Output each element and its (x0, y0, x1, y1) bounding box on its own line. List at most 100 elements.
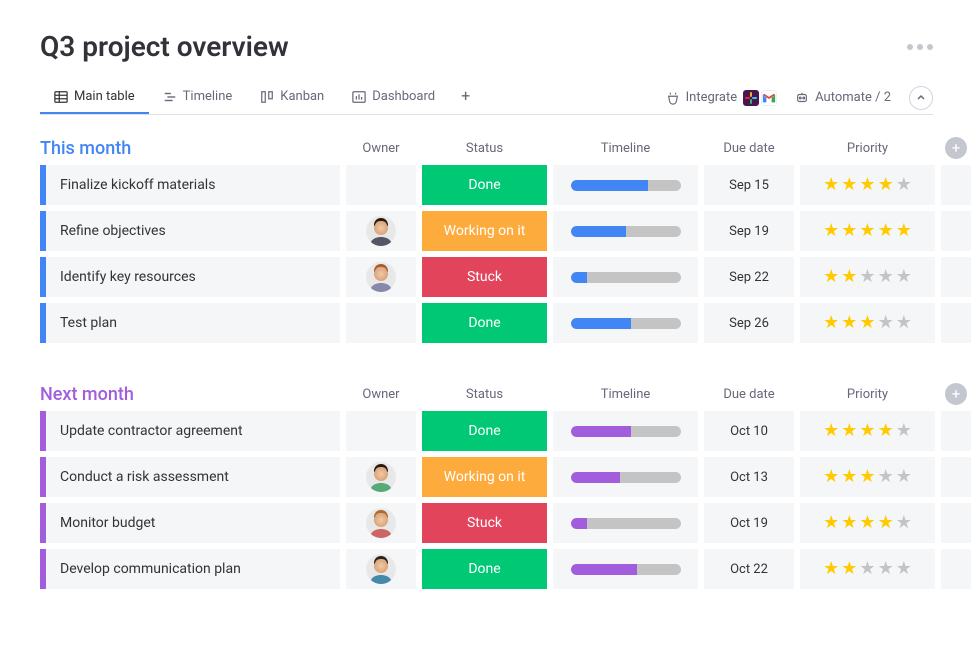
tab-timeline[interactable]: Timeline (149, 81, 247, 114)
avatar (366, 262, 396, 292)
task-name-cell[interactable]: Develop communication plan (40, 549, 340, 589)
star-icon: ★ (878, 422, 894, 440)
column-header-timeline[interactable]: Timeline (553, 387, 698, 402)
timeline-cell[interactable] (553, 503, 698, 543)
due-date-cell[interactable]: Sep 15 (704, 165, 794, 205)
star-icon: ★ (823, 176, 839, 194)
due-date-cell[interactable]: Sep 19 (704, 211, 794, 251)
extra-cell[interactable] (941, 549, 971, 589)
star-icon: ★ (823, 514, 839, 532)
status-cell[interactable]: Working on it (422, 457, 547, 497)
progress-bar (571, 564, 681, 575)
progress-bar (571, 318, 681, 329)
extra-cell[interactable] (941, 411, 971, 451)
owner-cell[interactable] (346, 503, 416, 543)
status-cell[interactable]: Working on it (422, 211, 547, 251)
status-cell[interactable]: Done (422, 303, 547, 343)
table-row: Refine objectives Working on itSep 19★★★… (40, 211, 933, 251)
task-name-cell[interactable]: Conduct a risk assessment (40, 457, 340, 497)
column-header-owner[interactable]: Owner (346, 387, 416, 402)
task-name-cell[interactable]: Finalize kickoff materials (40, 165, 340, 205)
priority-cell[interactable]: ★★★★★ (800, 303, 935, 343)
more-menu-button[interactable] (907, 44, 933, 50)
timeline-cell[interactable] (553, 411, 698, 451)
task-name-cell[interactable]: Test plan (40, 303, 340, 343)
priority-cell[interactable]: ★★★★★ (800, 549, 935, 589)
star-icon: ★ (859, 560, 875, 578)
column-header-status[interactable]: Status (422, 141, 547, 156)
status-cell[interactable]: Done (422, 165, 547, 205)
star-icon: ★ (841, 222, 857, 240)
add-column-button[interactable]: + (945, 383, 967, 405)
extra-cell[interactable] (941, 165, 971, 205)
star-icon: ★ (878, 560, 894, 578)
add-view-button[interactable]: + (449, 81, 482, 114)
extra-cell[interactable] (941, 303, 971, 343)
due-date-cell[interactable]: Oct 19 (704, 503, 794, 543)
tab-dashboard[interactable]: Dashboard (338, 81, 449, 114)
timeline-cell[interactable] (553, 165, 698, 205)
owner-cell[interactable] (346, 303, 416, 343)
task-name-cell[interactable]: Identify key resources (40, 257, 340, 297)
extra-cell[interactable] (941, 503, 971, 543)
group-title[interactable]: This month (40, 138, 340, 159)
add-column-button[interactable]: + (945, 137, 967, 159)
due-date-cell[interactable]: Oct 13 (704, 457, 794, 497)
column-header-owner[interactable]: Owner (346, 141, 416, 156)
status-cell[interactable]: Stuck (422, 257, 547, 297)
column-header-status[interactable]: Status (422, 387, 547, 402)
extra-cell[interactable] (941, 457, 971, 497)
column-header-priority[interactable]: Priority (800, 387, 935, 402)
star-icon: ★ (841, 514, 857, 532)
owner-cell[interactable] (346, 165, 416, 205)
star-icon: ★ (841, 468, 857, 486)
extra-cell[interactable] (941, 211, 971, 251)
timeline-cell[interactable] (553, 549, 698, 589)
priority-cell[interactable]: ★★★★★ (800, 503, 935, 543)
task-name-cell[interactable]: Monitor budget (40, 503, 340, 543)
column-header-due[interactable]: Due date (704, 141, 794, 156)
owner-cell[interactable] (346, 211, 416, 251)
timeline-cell[interactable] (553, 211, 698, 251)
timeline-cell[interactable] (553, 303, 698, 343)
automate-button[interactable]: Automate / 2 (795, 90, 891, 105)
table-row: Update contractor agreementDoneOct 10★★★… (40, 411, 933, 451)
owner-cell[interactable] (346, 257, 416, 297)
owner-cell[interactable] (346, 549, 416, 589)
status-cell[interactable]: Done (422, 411, 547, 451)
column-header-priority[interactable]: Priority (800, 141, 935, 156)
due-date-cell[interactable]: Sep 26 (704, 303, 794, 343)
due-date-cell[interactable]: Oct 22 (704, 549, 794, 589)
tab-kanban[interactable]: Kanban (246, 81, 338, 114)
due-date-cell[interactable]: Oct 10 (704, 411, 794, 451)
task-name-cell[interactable]: Refine objectives (40, 211, 340, 251)
column-header-due[interactable]: Due date (704, 387, 794, 402)
column-header-timeline[interactable]: Timeline (553, 141, 698, 156)
star-icon: ★ (841, 560, 857, 578)
star-icon: ★ (878, 222, 894, 240)
status-cell[interactable]: Stuck (422, 503, 547, 543)
task-name-cell[interactable]: Update contractor agreement (40, 411, 340, 451)
timeline-icon (163, 90, 177, 104)
priority-cell[interactable]: ★★★★★ (800, 165, 935, 205)
priority-cell[interactable]: ★★★★★ (800, 457, 935, 497)
timeline-cell[interactable] (553, 457, 698, 497)
priority-cell[interactable]: ★★★★★ (800, 411, 935, 451)
star-icon: ★ (859, 176, 875, 194)
timeline-cell[interactable] (553, 257, 698, 297)
group-title[interactable]: Next month (40, 384, 340, 405)
priority-cell[interactable]: ★★★★★ (800, 211, 935, 251)
collapse-button[interactable] (909, 86, 933, 110)
progress-bar (571, 426, 681, 437)
star-icon: ★ (896, 222, 912, 240)
owner-cell[interactable] (346, 411, 416, 451)
star-icon: ★ (878, 176, 894, 194)
priority-cell[interactable]: ★★★★★ (800, 257, 935, 297)
extra-cell[interactable] (941, 257, 971, 297)
status-cell[interactable]: Done (422, 549, 547, 589)
due-date-cell[interactable]: Sep 22 (704, 257, 794, 297)
star-icon: ★ (896, 314, 912, 332)
owner-cell[interactable] (346, 457, 416, 497)
integrate-button[interactable]: Integrate (666, 90, 778, 106)
tab-main-table[interactable]: Main table (40, 81, 149, 114)
